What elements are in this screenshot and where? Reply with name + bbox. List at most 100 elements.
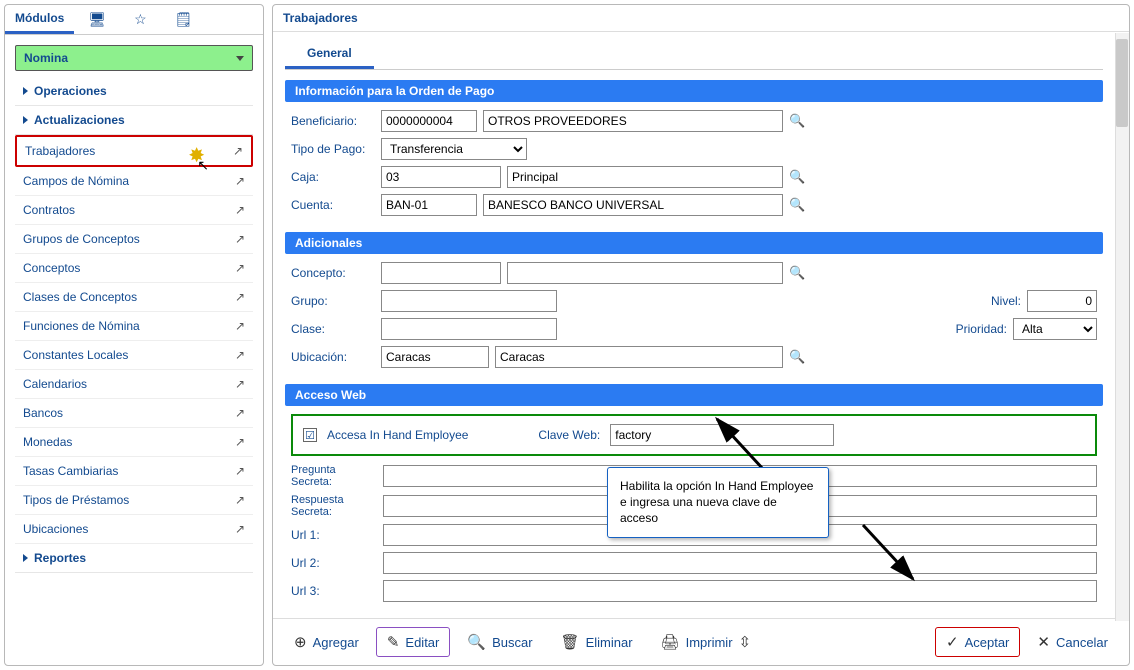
caja-desc-input[interactable] (507, 166, 783, 188)
url2-input[interactable] (383, 552, 1097, 574)
nivel-input[interactable] (1027, 290, 1097, 312)
label-accesa: Accesa In Hand Employee (327, 428, 468, 442)
sidebar-item-tipos-prestamos[interactable]: Tipos de Préstamos↗ (15, 486, 253, 515)
print-icon: 🖨 (661, 633, 680, 651)
close-icon: ✕ (1037, 633, 1050, 651)
search-icon: 🔍 (467, 633, 486, 651)
label-clave-web: Clave Web: (538, 428, 600, 442)
external-icon: ↗ (235, 522, 245, 536)
highlight-box-acceso: ☑ Accesa In Hand Employee Clave Web: (291, 414, 1097, 456)
external-icon: ↗ (233, 144, 243, 158)
buscar-button[interactable]: 🔍Buscar (456, 627, 543, 657)
label-clase: Clase: (291, 322, 375, 336)
agregar-button[interactable]: ⊕Agregar (283, 627, 370, 657)
label-url1: Url 1: (291, 528, 377, 542)
note-icon[interactable]: 🗒 (161, 5, 207, 34)
caja-code-input[interactable] (381, 166, 501, 188)
search-icon[interactable]: 🔍 (789, 197, 805, 213)
prioridad-select[interactable]: Alta (1013, 318, 1097, 340)
monitor-icon[interactable]: 🖥 (74, 5, 120, 34)
accesa-checkbox[interactable]: ☑ (303, 428, 317, 442)
label-url3: Url 3: (291, 584, 377, 598)
cancelar-button[interactable]: ✕Cancelar (1026, 627, 1119, 657)
clave-web-input[interactable] (610, 424, 834, 446)
label-nivel: Nivel: (991, 294, 1021, 308)
scrollbar-thumb[interactable] (1116, 39, 1128, 127)
star-icon[interactable]: ☆ (120, 5, 161, 34)
search-icon[interactable]: 🔍 (789, 169, 805, 185)
concepto-desc-input[interactable] (507, 262, 783, 284)
sidebar-item-campos-nomina[interactable]: Campos de Nómina↗ (15, 167, 253, 196)
sidebar-item-calendarios[interactable]: Calendarios↗ (15, 370, 253, 399)
trash-icon: 🗑 (561, 633, 580, 651)
sidebar-item-conceptos[interactable]: Conceptos↗ (15, 254, 253, 283)
edit-icon: ✎ (387, 633, 400, 651)
external-icon: ↗ (235, 377, 245, 391)
label-respuesta: Respuesta Secreta: (291, 494, 377, 518)
imprimir-button[interactable]: 🖨Imprimir⇳ (650, 627, 763, 657)
sidebar-item-bancos[interactable]: Bancos↗ (15, 399, 253, 428)
external-icon: ↗ (235, 232, 245, 246)
aceptar-button[interactable]: ✓Aceptar (935, 627, 1020, 657)
external-icon: ↗ (235, 261, 245, 275)
tab-modulos[interactable]: Módulos (5, 5, 74, 34)
cuenta-desc-input[interactable] (483, 194, 783, 216)
footer-toolbar: ⊕Agregar ✎Editar 🔍Buscar 🗑Eliminar 🖨Impr… (273, 618, 1129, 665)
external-icon: ↗ (235, 493, 245, 507)
tab-general[interactable]: General (285, 40, 374, 69)
external-icon: ↗ (235, 435, 245, 449)
label-url2: Url 2: (291, 556, 377, 570)
label-ubicacion: Ubicación: (291, 350, 375, 364)
beneficiario-code-input[interactable] (381, 110, 477, 132)
clase-input[interactable] (381, 318, 557, 340)
nav-group-operaciones[interactable]: Operaciones (15, 77, 253, 106)
sidebar-item-funciones-nomina[interactable]: Funciones de Nómina↗ (15, 312, 253, 341)
main-panel: Trabajadores General Información para la… (272, 4, 1130, 666)
external-icon: ↗ (235, 319, 245, 333)
editar-button[interactable]: ✎Editar (376, 627, 451, 657)
search-icon[interactable]: 🔍 (789, 113, 805, 129)
external-icon: ↗ (235, 174, 245, 188)
sidebar-item-ubicaciones[interactable]: Ubicaciones↗ (15, 515, 253, 544)
sidebar-tabs: Módulos 🖥 ☆ 🗒 (5, 5, 263, 35)
search-icon[interactable]: 🔍 (789, 349, 805, 365)
eliminar-button[interactable]: 🗑Eliminar (550, 627, 644, 657)
scrollbar[interactable] (1115, 33, 1129, 621)
label-concepto: Concepto: (291, 266, 375, 280)
sidebar: Módulos 🖥 ☆ 🗒 Nomina Operaciones Actuali… (4, 4, 264, 666)
label-pregunta: Pregunta Secreta: (291, 464, 377, 488)
beneficiario-desc-input[interactable] (483, 110, 783, 132)
page-title: Trabajadores (273, 5, 1129, 32)
sidebar-item-grupos-conceptos[interactable]: Grupos de Conceptos↗ (15, 225, 253, 254)
sidebar-item-constantes-locales[interactable]: Constantes Locales↗ (15, 341, 253, 370)
url3-input[interactable] (383, 580, 1097, 602)
external-icon: ↗ (235, 464, 245, 478)
sidebar-item-monedas[interactable]: Monedas↗ (15, 428, 253, 457)
ubicacion-code-input[interactable] (381, 346, 489, 368)
sidebar-item-trabajadores[interactable]: Trabajadores ✸ ↖ ↗ (15, 135, 253, 167)
nav-group-reportes[interactable]: Reportes (15, 544, 253, 573)
cuenta-code-input[interactable] (381, 194, 477, 216)
label-prioridad: Prioridad: (956, 322, 1007, 336)
chevron-up-down-icon: ⇳ (739, 633, 752, 651)
section-adicionales: Adicionales (285, 232, 1103, 254)
ubicacion-desc-input[interactable] (495, 346, 783, 368)
external-icon: ↗ (235, 290, 245, 304)
label-cuenta: Cuenta: (291, 198, 375, 212)
nav-group-actualizaciones[interactable]: Actualizaciones (15, 106, 253, 135)
concepto-code-input[interactable] (381, 262, 501, 284)
sidebar-item-clases-conceptos[interactable]: Clases de Conceptos↗ (15, 283, 253, 312)
label-caja: Caja: (291, 170, 375, 184)
module-select[interactable]: Nomina (15, 45, 253, 71)
sidebar-item-tasas-cambiarias[interactable]: Tasas Cambiarias↗ (15, 457, 253, 486)
grupo-input[interactable] (381, 290, 557, 312)
module-select-label: Nomina (24, 51, 68, 65)
sidebar-item-contratos[interactable]: Contratos↗ (15, 196, 253, 225)
label-beneficiario: Beneficiario: (291, 114, 375, 128)
tipo-pago-select[interactable]: Transferencia (381, 138, 527, 160)
section-orden-pago: Información para la Orden de Pago (285, 80, 1103, 102)
check-icon: ✓ (946, 633, 959, 651)
search-icon[interactable]: 🔍 (789, 265, 805, 281)
label-tipo-pago: Tipo de Pago: (291, 142, 375, 156)
external-icon: ↗ (235, 203, 245, 217)
